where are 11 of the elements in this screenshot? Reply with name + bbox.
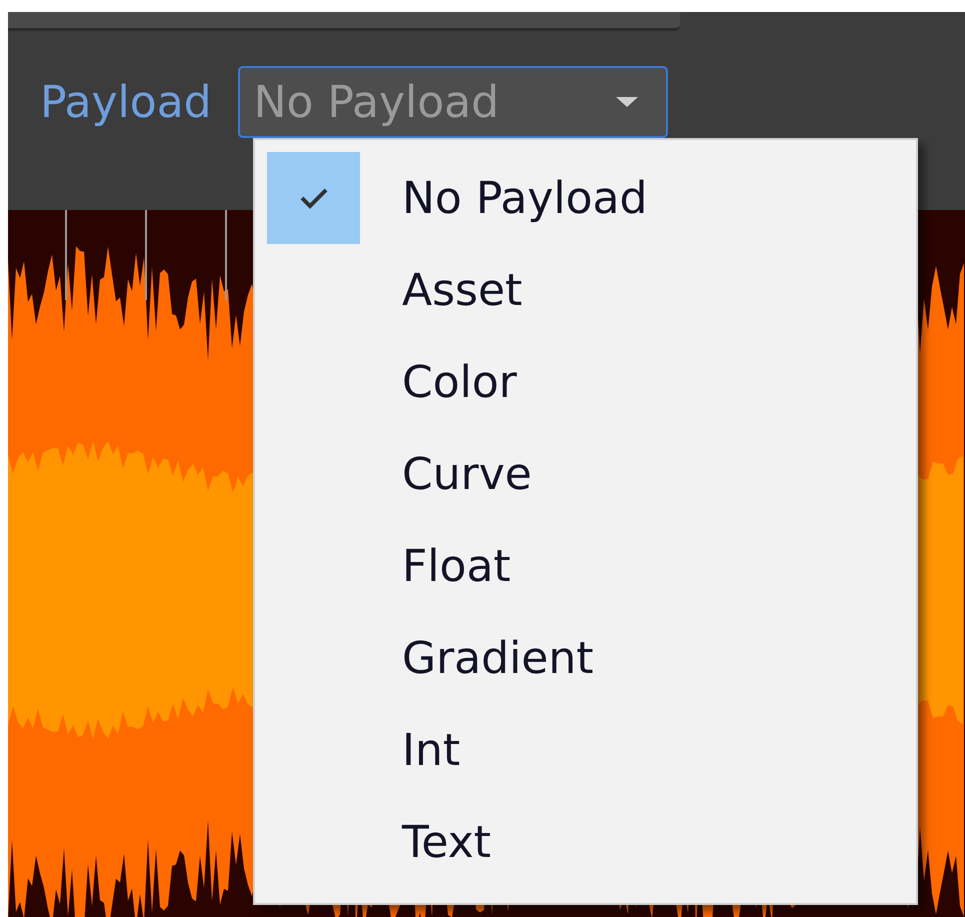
menu-item[interactable]: Float: [402, 540, 511, 592]
checkmark-icon: [298, 187, 328, 209]
menu-item[interactable]: Int: [402, 724, 460, 776]
menu-item[interactable]: Color: [402, 356, 517, 408]
field-label: Payload: [40, 76, 212, 128]
menu-item[interactable]: No Payload: [402, 172, 648, 224]
dropdown-arrow-icon: [614, 95, 640, 109]
menu-item[interactable]: Curve: [402, 448, 532, 500]
menu-item[interactable]: Asset: [402, 264, 522, 316]
menu-item[interactable]: Text: [402, 816, 491, 868]
menu-item[interactable]: Gradient: [402, 632, 594, 684]
